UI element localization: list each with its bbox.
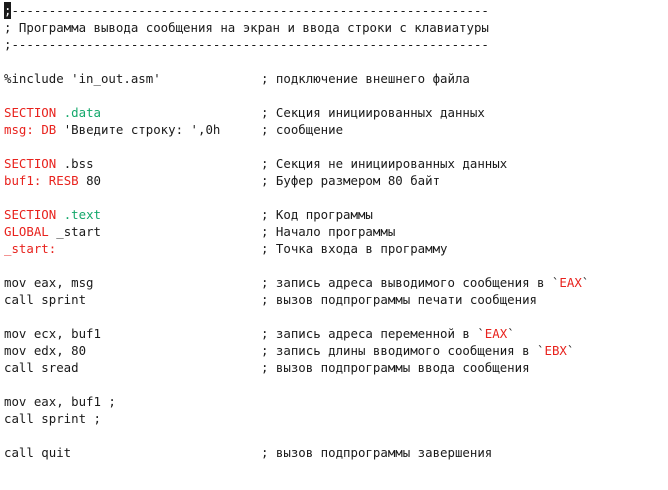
code-line: call sread ; вызов подпрограммы ввода со… bbox=[0, 359, 668, 376]
section-name: .data bbox=[63, 105, 101, 120]
header-rule-bottom-text: ;---------------------------------------… bbox=[4, 37, 489, 52]
include-code: %include 'in_out.asm' bbox=[4, 71, 161, 86]
code-line-section-bss: SECTION .bss ; Секция не инициированных … bbox=[0, 155, 668, 172]
instruction: mov eax, buf1 ; bbox=[4, 394, 116, 409]
buf-label: buf1: bbox=[4, 173, 42, 188]
db-directive: DB bbox=[41, 122, 57, 137]
code-line: mov edx, 80 ; запись длины вводимого соо… bbox=[0, 342, 668, 359]
header-rule-bottom: ;---------------------------------------… bbox=[0, 36, 668, 53]
instruction-comment: ; вызов подпрограммы печати сообщения bbox=[261, 292, 538, 307]
section-name: .bss bbox=[63, 156, 94, 171]
instruction: call sprint ; bbox=[4, 411, 101, 426]
section-keyword: SECTION bbox=[4, 105, 57, 120]
instruction-comment: ; запись адреса выводимого сообщения в `… bbox=[261, 275, 590, 290]
buf-comment: ; Буфер размером 80 байт bbox=[261, 173, 441, 188]
code-line-msg: msg: DB 'Введите строку: ',0h ; сообщени… bbox=[0, 121, 668, 138]
section-data-comment: ; Секция инициированных данных bbox=[261, 105, 485, 120]
instruction: call sprint bbox=[4, 292, 87, 307]
code-line: mov ecx, buf1 ; запись адреса переменной… bbox=[0, 325, 668, 342]
header-title: ; Программа вывода сообщения на экран и … bbox=[4, 20, 489, 35]
code-line: call quit ; вызов подпрограммы завершени… bbox=[0, 444, 668, 461]
start-comment: ; Точка входа в программу bbox=[261, 241, 448, 256]
start-label: _start: bbox=[4, 241, 57, 256]
header-rule-top-text: ----------------------------------------… bbox=[11, 3, 489, 18]
code-line: call sprint ; вызов подпрограммы печати … bbox=[0, 291, 668, 308]
section-text-comment: ; Код программы bbox=[261, 207, 373, 222]
global-name: _start bbox=[56, 224, 101, 239]
buf-value: 80 bbox=[86, 173, 102, 188]
header-title-line: ; Программа вывода сообщения на экран и … bbox=[0, 19, 668, 36]
section-bss-comment: ; Секция не инициированных данных bbox=[261, 156, 508, 171]
instruction: call quit bbox=[4, 445, 72, 460]
include-comment: ; подключение внешнего файла bbox=[261, 71, 470, 86]
section-keyword: SECTION bbox=[4, 156, 57, 171]
global-keyword: GLOBAL bbox=[4, 224, 49, 239]
instruction-comment: ; запись длины вводимого сообщения в `EB… bbox=[261, 343, 575, 358]
instruction: mov ecx, buf1 bbox=[4, 326, 101, 341]
instruction-comment: ; вызов подпрограммы ввода сообщения bbox=[261, 360, 530, 375]
instruction-comment: ; вызов подпрограммы завершения bbox=[261, 445, 493, 460]
instruction: call sread bbox=[4, 360, 79, 375]
code-line: call sprint ; bbox=[0, 410, 668, 427]
code-line-section-text: SECTION .text ; Код программы bbox=[0, 206, 668, 223]
instruction-comment: ; запись адреса переменной в `EAX` bbox=[261, 326, 515, 341]
msg-label: msg: bbox=[4, 122, 34, 137]
code-line: mov eax, msg ; запись адреса выводимого … bbox=[0, 274, 668, 291]
instruction: mov eax, msg bbox=[4, 275, 94, 290]
instruction: mov edx, 80 bbox=[4, 343, 87, 358]
text-editor[interactable]: ;---------------------------------------… bbox=[0, 0, 668, 490]
code-line-global: GLOBAL _start ; Начало программы bbox=[0, 223, 668, 240]
code-line-start-label: _start: ; Точка входа в программу bbox=[0, 240, 668, 257]
code-line-include: %include 'in_out.asm' ; подключение внеш… bbox=[0, 70, 668, 87]
section-name: .text bbox=[63, 207, 101, 222]
resb-directive: RESB bbox=[48, 173, 79, 188]
code-line: mov eax, buf1 ; bbox=[0, 393, 668, 410]
code-line-buf: buf1: RESB 80 ; Буфер размером 80 байт bbox=[0, 172, 668, 189]
global-comment: ; Начало программы bbox=[261, 224, 396, 239]
msg-comment: ; сообщение bbox=[261, 122, 344, 137]
code-line-section-data: SECTION .data ; Секция инициированных да… bbox=[0, 104, 668, 121]
msg-value: 'Введите строку: ',0h bbox=[63, 122, 221, 137]
section-keyword: SECTION bbox=[4, 207, 57, 222]
header-rule-top: ;---------------------------------------… bbox=[0, 2, 668, 19]
